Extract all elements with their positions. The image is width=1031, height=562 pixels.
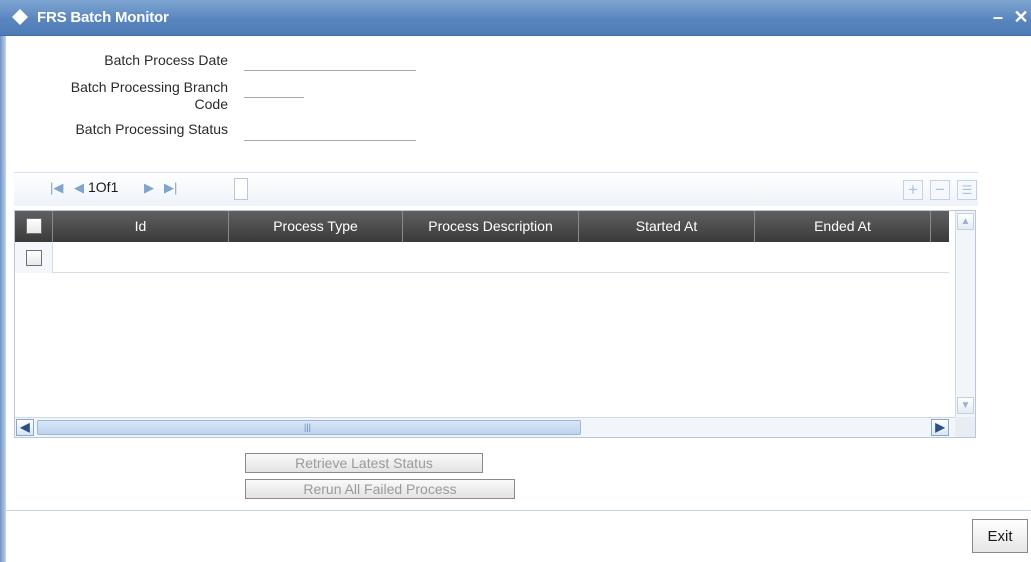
single-view-icon[interactable]: ☰	[957, 180, 977, 200]
column-header-started-at[interactable]: Started At	[579, 211, 755, 242]
horizontal-scroll-thumb[interactable]: |||	[37, 420, 581, 435]
branch-code-label-line1: Batch Processing Branch	[70, 79, 228, 95]
batch-processing-branch-code-field[interactable]	[244, 80, 304, 98]
batch-processing-branch-code-label: Batch Processing Branch Code	[20, 79, 228, 113]
column-header-overflow	[931, 211, 949, 242]
select-all-checkbox[interactable]	[26, 218, 42, 234]
column-header-ended-at[interactable]: Ended At	[755, 211, 931, 242]
page-indicator: 1Of1	[88, 179, 119, 195]
batch-processing-status-field[interactable]	[244, 123, 416, 141]
batch-process-date-label: Batch Process Date	[104, 52, 228, 68]
title-bar: FRS Batch Monitor – ✕	[0, 0, 1031, 36]
add-row-icon[interactable]: +	[903, 180, 923, 200]
row-select-cell	[15, 242, 53, 273]
table-row[interactable]	[15, 242, 949, 273]
scroll-down-icon[interactable]: ▼	[957, 397, 974, 414]
batch-process-date-field[interactable]	[244, 53, 416, 71]
column-header-id[interactable]: Id	[53, 211, 229, 242]
footer-separator	[6, 510, 1031, 511]
scrollbar-corner	[955, 417, 975, 437]
prev-page-icon[interactable]: ◀	[74, 180, 84, 196]
scroll-up-icon[interactable]: ▲	[957, 213, 974, 230]
first-page-icon[interactable]: |◀	[50, 180, 63, 196]
batch-process-grid: Id Process Type Process Description Star…	[14, 210, 976, 438]
grid-toolbar	[14, 172, 978, 206]
scroll-grip: |||	[304, 422, 312, 432]
rerun-all-failed-process-button[interactable]: Rerun All Failed Process	[245, 479, 515, 499]
select-all-cell	[15, 211, 53, 242]
horizontal-scrollbar[interactable]: ◀ ||| ▶	[15, 417, 955, 437]
next-page-icon[interactable]: ▶	[144, 180, 154, 196]
column-header-process-type[interactable]: Process Type	[229, 211, 403, 242]
diamond-icon	[12, 9, 28, 25]
column-header-process-description[interactable]: Process Description	[403, 211, 579, 242]
minimize-button[interactable]: –	[989, 6, 1007, 28]
grid-header: Id Process Type Process Description Star…	[15, 211, 949, 242]
window-title: FRS Batch Monitor	[37, 9, 169, 26]
vertical-scrollbar[interactable]: ▲ ▼	[955, 211, 975, 417]
exit-button[interactable]: Exit	[972, 519, 1028, 553]
window-left-border	[0, 36, 6, 562]
close-button[interactable]: ✕	[1011, 6, 1031, 28]
batch-processing-status-label: Batch Processing Status	[75, 121, 228, 137]
branch-code-label-line2: Code	[194, 96, 228, 112]
page-number-box[interactable]	[234, 178, 248, 200]
frs-batch-monitor-window: FRS Batch Monitor – ✕ Batch Process Date…	[0, 0, 1031, 562]
delete-row-icon[interactable]: −	[930, 180, 950, 200]
scroll-left-icon[interactable]: ◀	[16, 419, 34, 436]
scroll-right-icon[interactable]: ▶	[931, 419, 949, 436]
row-checkbox[interactable]	[26, 250, 42, 266]
last-page-icon[interactable]: ▶|	[164, 180, 177, 196]
retrieve-latest-status-button[interactable]: Retrieve Latest Status	[245, 453, 483, 473]
